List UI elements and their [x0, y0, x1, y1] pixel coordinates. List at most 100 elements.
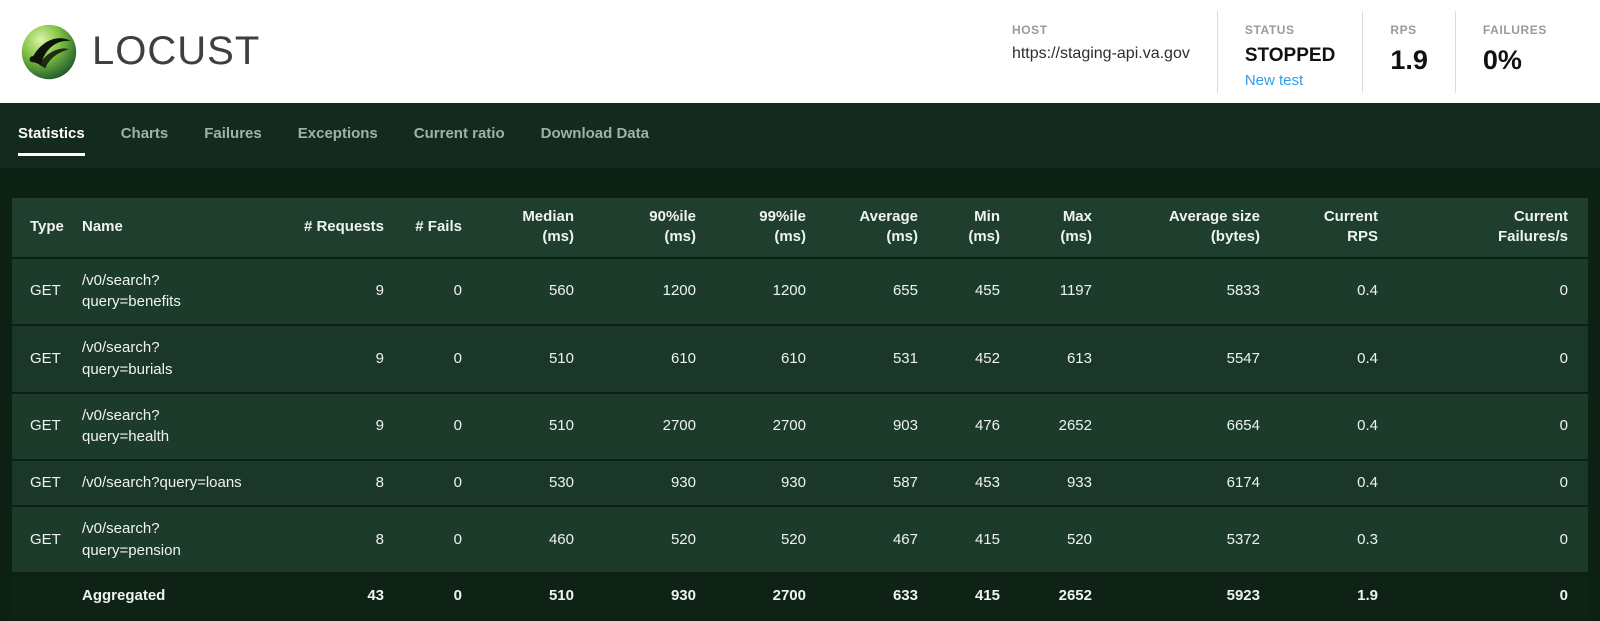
name-cell: /v0/search? query=pension: [74, 506, 264, 574]
main-content: TypeName# Requests# FailsMedian (ms)90%i…: [0, 168, 1600, 621]
value-cell: 5372: [1100, 506, 1268, 574]
tab-statistics[interactable]: Statistics: [18, 103, 85, 156]
statistics-table: TypeName# Requests# FailsMedian (ms)90%i…: [12, 198, 1588, 617]
value-cell: 0: [392, 506, 470, 574]
stat-host: HOST https://staging-api.va.gov: [985, 8, 1217, 96]
column-header-min[interactable]: Min (ms): [926, 198, 1008, 258]
rps-value: 1.9: [1390, 45, 1428, 76]
value-cell: 587: [814, 460, 926, 506]
table-row: GET/v0/search?query=loans805309309305874…: [12, 460, 1588, 506]
value-cell: 0.4: [1268, 393, 1386, 461]
table-header-row: TypeName# Requests# FailsMedian (ms)90%i…: [12, 198, 1588, 258]
app-header: LOCUST HOST https://staging-api.va.gov S…: [0, 0, 1600, 103]
value-cell: 452: [926, 325, 1008, 393]
value-cell: 415: [926, 506, 1008, 574]
value-cell: 510: [470, 393, 582, 461]
name-cell: /v0/search? query=health: [74, 393, 264, 461]
value-cell: 0: [392, 258, 470, 326]
value-cell: 2700: [582, 393, 704, 461]
column-header-requests[interactable]: # Requests: [264, 198, 392, 258]
value-cell: 930: [582, 573, 704, 617]
value-cell: 2652: [1008, 573, 1100, 617]
main-nav: Statistics Charts Failures Exceptions Curren…: [0, 103, 1600, 168]
method-cell: GET: [12, 460, 74, 506]
column-header-median[interactable]: Median (ms): [470, 198, 582, 258]
value-cell: 0.4: [1268, 325, 1386, 393]
tab-download-data[interactable]: Download Data: [541, 103, 649, 156]
tab-current-ratio[interactable]: Current ratio: [414, 103, 505, 156]
value-cell: 0: [392, 460, 470, 506]
value-cell: 8: [264, 506, 392, 574]
name-cell: /v0/search? query=benefits: [74, 258, 264, 326]
host-value: https://staging-api.va.gov: [1012, 45, 1190, 63]
value-cell: 520: [704, 506, 814, 574]
table-row: GET/v0/search? query=benefits90560120012…: [12, 258, 1588, 326]
status-value: STOPPED: [1245, 45, 1335, 67]
value-cell: 933: [1008, 460, 1100, 506]
column-header-99-ile[interactable]: 99%ile (ms): [704, 198, 814, 258]
value-cell: 530: [470, 460, 582, 506]
column-header-average[interactable]: Average (ms): [814, 198, 926, 258]
value-cell: 930: [582, 460, 704, 506]
value-cell: 0: [1386, 393, 1588, 461]
value-cell: 453: [926, 460, 1008, 506]
value-cell: 0: [1386, 573, 1588, 617]
value-cell: 655: [814, 258, 926, 326]
value-cell: 455: [926, 258, 1008, 326]
column-header-name[interactable]: Name: [74, 198, 264, 258]
value-cell: 0: [1386, 506, 1588, 574]
column-header-type[interactable]: Type: [12, 198, 74, 258]
header-stats: HOST https://staging-api.va.gov STATUS S…: [985, 8, 1574, 96]
method-cell: [12, 573, 74, 617]
value-cell: 531: [814, 325, 926, 393]
value-cell: 9: [264, 393, 392, 461]
value-cell: 1200: [704, 258, 814, 326]
value-cell: 510: [470, 325, 582, 393]
new-test-link[interactable]: New test: [1245, 72, 1335, 89]
value-cell: 476: [926, 393, 1008, 461]
tab-exceptions[interactable]: Exceptions: [298, 103, 378, 156]
locust-logo: [20, 23, 78, 81]
tab-failures[interactable]: Failures: [204, 103, 262, 156]
value-cell: 0: [1386, 325, 1588, 393]
column-header-90-ile[interactable]: 90%ile (ms): [582, 198, 704, 258]
name-cell: /v0/search? query=burials: [74, 325, 264, 393]
value-cell: 610: [704, 325, 814, 393]
stat-rps: RPS 1.9: [1363, 8, 1455, 96]
tab-bar: Statistics Charts Failures Exceptions Curren…: [18, 103, 1600, 156]
status-label: STATUS: [1245, 23, 1335, 37]
value-cell: 5833: [1100, 258, 1268, 326]
value-cell: 8: [264, 460, 392, 506]
value-cell: 0: [392, 393, 470, 461]
table-row: GET/v0/search? query=burials905106106105…: [12, 325, 1588, 393]
stat-failures: FAILURES 0%: [1456, 8, 1574, 96]
name-cell: Aggregated: [74, 573, 264, 617]
failures-value: 0%: [1483, 45, 1547, 76]
column-header-average-size[interactable]: Average size (bytes): [1100, 198, 1268, 258]
column-header-fails[interactable]: # Fails: [392, 198, 470, 258]
value-cell: 9: [264, 258, 392, 326]
value-cell: 0.3: [1268, 506, 1386, 574]
name-cell: /v0/search?query=loans: [74, 460, 264, 506]
value-cell: 0: [1386, 460, 1588, 506]
table-row: GET/v0/search? query=health9051027002700…: [12, 393, 1588, 461]
method-cell: GET: [12, 325, 74, 393]
column-header-max[interactable]: Max (ms): [1008, 198, 1100, 258]
value-cell: 610: [582, 325, 704, 393]
value-cell: 0: [392, 573, 470, 617]
value-cell: 520: [1008, 506, 1100, 574]
value-cell: 9: [264, 325, 392, 393]
rps-label: RPS: [1390, 23, 1428, 37]
value-cell: 560: [470, 258, 582, 326]
app-title: LOCUST: [92, 29, 260, 74]
tab-charts[interactable]: Charts: [121, 103, 169, 156]
value-cell: 6654: [1100, 393, 1268, 461]
method-cell: GET: [12, 393, 74, 461]
value-cell: 0: [392, 325, 470, 393]
column-header-current[interactable]: Current Failures/s: [1386, 198, 1588, 258]
value-cell: 510: [470, 573, 582, 617]
column-header-current[interactable]: Current RPS: [1268, 198, 1386, 258]
value-cell: 613: [1008, 325, 1100, 393]
value-cell: 5547: [1100, 325, 1268, 393]
value-cell: 0.4: [1268, 258, 1386, 326]
